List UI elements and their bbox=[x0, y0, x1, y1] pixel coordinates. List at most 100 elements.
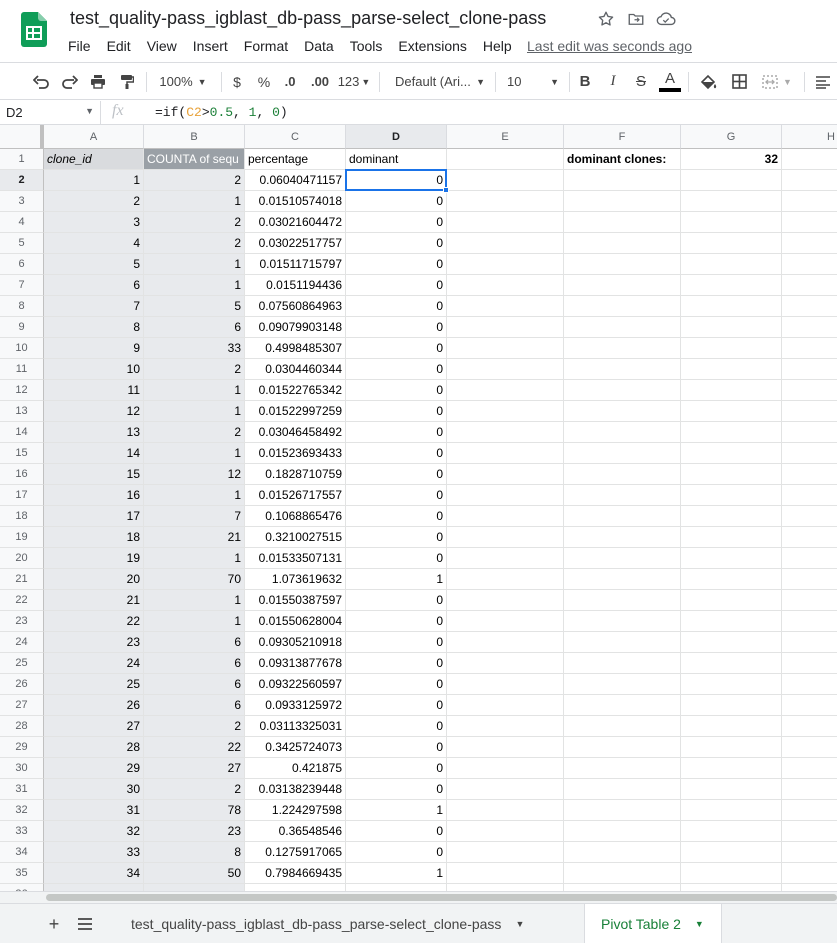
cell[interactable] bbox=[447, 884, 564, 891]
row-header[interactable]: 9 bbox=[0, 317, 44, 338]
cell[interactable] bbox=[782, 485, 837, 506]
cell-percentage[interactable]: 0.03022517757 bbox=[245, 233, 346, 254]
cell-dominant[interactable]: 0 bbox=[346, 275, 447, 296]
cell-count[interactable]: 70 bbox=[144, 569, 245, 590]
cell-clone-id[interactable]: 17 bbox=[44, 506, 144, 527]
cell[interactable] bbox=[681, 506, 782, 527]
cell[interactable] bbox=[447, 380, 564, 401]
cell-dominant[interactable]: 0 bbox=[346, 296, 447, 317]
cell-clone-id[interactable]: 24 bbox=[44, 653, 144, 674]
cell[interactable] bbox=[447, 296, 564, 317]
cell[interactable] bbox=[681, 653, 782, 674]
cell[interactable] bbox=[681, 821, 782, 842]
cell-clone-id[interactable]: 29 bbox=[44, 758, 144, 779]
cell-count[interactable]: 21 bbox=[144, 527, 245, 548]
cell[interactable] bbox=[681, 233, 782, 254]
move-folder-icon[interactable] bbox=[626, 9, 646, 29]
scrollbar-thumb[interactable] bbox=[46, 894, 837, 901]
cell[interactable] bbox=[782, 590, 837, 611]
cell[interactable] bbox=[447, 149, 564, 170]
cell-clone-id[interactable]: 3 bbox=[44, 212, 144, 233]
cell-dominant[interactable]: 0 bbox=[346, 464, 447, 485]
row-header[interactable]: 35 bbox=[0, 863, 44, 884]
cell-count[interactable]: 22 bbox=[144, 737, 245, 758]
cell[interactable] bbox=[782, 737, 837, 758]
cell-dominant[interactable]: 0 bbox=[346, 233, 447, 254]
row-header[interactable]: 26 bbox=[0, 674, 44, 695]
cell-count[interactable]: 6 bbox=[144, 317, 245, 338]
cell-clone-id[interactable]: 21 bbox=[44, 590, 144, 611]
cell[interactable] bbox=[681, 170, 782, 191]
cell[interactable] bbox=[782, 380, 837, 401]
cell[interactable] bbox=[564, 590, 681, 611]
row-header[interactable]: 13 bbox=[0, 401, 44, 422]
cell[interactable] bbox=[782, 611, 837, 632]
row-header[interactable]: 19 bbox=[0, 527, 44, 548]
cell[interactable] bbox=[782, 401, 837, 422]
column-header-f[interactable]: F bbox=[564, 125, 681, 149]
column-header-c[interactable]: C bbox=[245, 125, 346, 149]
cell-count[interactable]: 1 bbox=[144, 611, 245, 632]
cell[interactable] bbox=[681, 464, 782, 485]
cell-clone-id[interactable]: 20 bbox=[44, 569, 144, 590]
cell-dominant[interactable]: 0 bbox=[346, 842, 447, 863]
cell[interactable] bbox=[564, 569, 681, 590]
cell-count[interactable]: 2 bbox=[144, 359, 245, 380]
cell-count[interactable]: 1 bbox=[144, 401, 245, 422]
row-header[interactable]: 8 bbox=[0, 296, 44, 317]
cell[interactable] bbox=[564, 884, 681, 891]
currency-button[interactable]: $ bbox=[227, 63, 247, 100]
cell-percentage[interactable]: 0.01522997259 bbox=[245, 401, 346, 422]
cell-count[interactable]: 78 bbox=[144, 800, 245, 821]
header-dominant[interactable]: dominant bbox=[346, 149, 447, 170]
cell-percentage[interactable]: 0.01522765342 bbox=[245, 380, 346, 401]
cell-clone-id[interactable]: 25 bbox=[44, 674, 144, 695]
cell-dominant[interactable]: 0 bbox=[346, 653, 447, 674]
row-header[interactable]: 32 bbox=[0, 800, 44, 821]
cell-percentage[interactable]: 0.09079903148 bbox=[245, 317, 346, 338]
cell[interactable] bbox=[782, 296, 837, 317]
menu-insert[interactable]: Insert bbox=[185, 36, 236, 56]
cell[interactable] bbox=[782, 275, 837, 296]
cell-percentage[interactable]: 0.36548546 bbox=[245, 821, 346, 842]
row-header[interactable]: 29 bbox=[0, 737, 44, 758]
cell-dominant[interactable]: 0 bbox=[346, 821, 447, 842]
cell[interactable] bbox=[447, 590, 564, 611]
cell-count[interactable]: 27 bbox=[144, 758, 245, 779]
cell-dominant[interactable]: 1 bbox=[346, 800, 447, 821]
cell-clone-id[interactable]: 33 bbox=[44, 842, 144, 863]
cell[interactable] bbox=[782, 695, 837, 716]
cell[interactable] bbox=[447, 779, 564, 800]
cell[interactable] bbox=[447, 842, 564, 863]
horizontal-align-icon[interactable] bbox=[810, 63, 836, 100]
row-header[interactable]: 27 bbox=[0, 695, 44, 716]
cell-clone-id[interactable]: 15 bbox=[44, 464, 144, 485]
cell[interactable] bbox=[564, 338, 681, 359]
cell[interactable] bbox=[144, 884, 245, 891]
cell[interactable] bbox=[447, 716, 564, 737]
cell-dominant[interactable]: 0 bbox=[346, 380, 447, 401]
cell-percentage[interactable]: 0.01511715797 bbox=[245, 254, 346, 275]
cell-percentage[interactable]: 0.09305210918 bbox=[245, 632, 346, 653]
cell[interactable] bbox=[681, 338, 782, 359]
cell[interactable] bbox=[782, 842, 837, 863]
cell-dominant[interactable]: 0 bbox=[346, 548, 447, 569]
cell-percentage[interactable]: 0.01550628004 bbox=[245, 611, 346, 632]
row-header[interactable]: 25 bbox=[0, 653, 44, 674]
cell-percentage[interactable]: 0.1275917065 bbox=[245, 842, 346, 863]
print-icon[interactable] bbox=[87, 63, 109, 100]
cell[interactable] bbox=[564, 632, 681, 653]
cell[interactable] bbox=[447, 695, 564, 716]
cell[interactable] bbox=[447, 317, 564, 338]
row-header[interactable]: 15 bbox=[0, 443, 44, 464]
row-header[interactable]: 23 bbox=[0, 611, 44, 632]
cell-clone-id[interactable]: 8 bbox=[44, 317, 144, 338]
cell[interactable] bbox=[782, 527, 837, 548]
cell-dominant[interactable]: 0 bbox=[346, 359, 447, 380]
italic-button[interactable]: I bbox=[602, 63, 624, 100]
cell[interactable] bbox=[782, 506, 837, 527]
row-header[interactable]: 12 bbox=[0, 380, 44, 401]
cell[interactable] bbox=[681, 548, 782, 569]
row-header[interactable]: 31 bbox=[0, 779, 44, 800]
cell[interactable] bbox=[564, 485, 681, 506]
